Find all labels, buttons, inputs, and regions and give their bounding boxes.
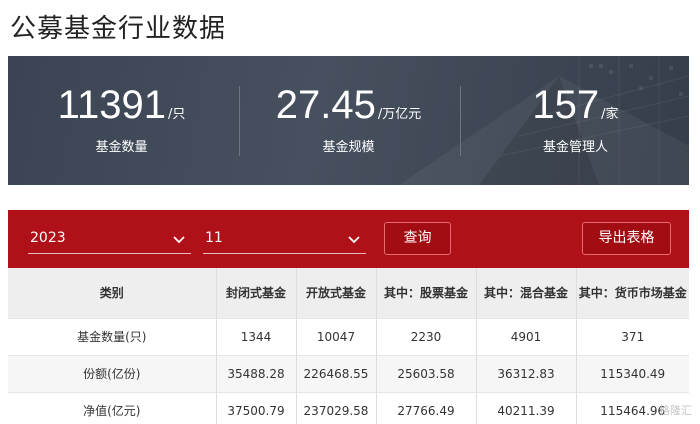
table-cell: 10047 bbox=[296, 317, 377, 355]
fund-data-table: 类别 封闭式基金 开放式基金 其中：股票基金 其中：混合基金 其中：货币市场基金… bbox=[8, 268, 689, 424]
column-header: 其中：货币市场基金 bbox=[576, 268, 689, 318]
table-row: 份额(亿份) 35488.28 226468.55 25603.58 36312… bbox=[8, 354, 689, 392]
stat-unit: /万亿元 bbox=[377, 107, 422, 122]
table-cell: 1344 bbox=[216, 317, 297, 355]
table-cell: 27766.49 bbox=[376, 391, 477, 424]
year-select[interactable]: 2023 bbox=[28, 226, 191, 254]
chevron-down-icon bbox=[173, 236, 185, 244]
column-header: 其中：混合基金 bbox=[476, 268, 577, 318]
stat-value: 11391 bbox=[57, 83, 166, 127]
table-cell: 40211.39 bbox=[476, 391, 577, 424]
query-button[interactable]: 查询 bbox=[384, 222, 451, 255]
table-header-row: 类别 封闭式基金 开放式基金 其中：股票基金 其中：混合基金 其中：货币市场基金 bbox=[8, 268, 689, 318]
filter-bar: 2023 11 查询 导出表格 bbox=[8, 210, 689, 268]
stats-banner: 11391/只 基金数量 27.45/万亿元 基金规模 157/家 基金管理人 bbox=[8, 56, 689, 185]
table-row: 基金数量(只) 1344 10047 2230 4901 371 bbox=[8, 317, 689, 355]
watermark: 格隆汇 bbox=[659, 404, 692, 417]
table-cell: 份额(亿份) bbox=[8, 354, 217, 392]
stat-label: 基金规模 bbox=[322, 140, 375, 155]
table-cell: 2230 bbox=[376, 317, 477, 355]
table-cell: 37500.79 bbox=[216, 391, 297, 424]
stat-fund-managers: 157/家 基金管理人 bbox=[462, 56, 689, 185]
table-cell: 226468.55 bbox=[296, 354, 377, 392]
table-cell: 371 bbox=[576, 317, 689, 355]
stat-value: 27.45 bbox=[275, 83, 376, 127]
column-header: 开放式基金 bbox=[296, 268, 377, 318]
stat-fund-scale: 27.45/万亿元 基金规模 bbox=[235, 56, 462, 185]
stat-unit: /家 bbox=[601, 107, 619, 122]
stat-value: 157 bbox=[532, 83, 600, 127]
table-cell: 4901 bbox=[476, 317, 577, 355]
table-cell: 36312.83 bbox=[476, 354, 577, 392]
table-cell: 237029.58 bbox=[296, 391, 377, 424]
stat-label: 基金管理人 bbox=[542, 140, 608, 155]
month-select[interactable]: 11 bbox=[203, 226, 366, 254]
stat-label: 基金数量 bbox=[95, 140, 148, 155]
table-cell: 35488.28 bbox=[216, 354, 297, 392]
stat-divider bbox=[460, 86, 461, 156]
table-cell: 净值(亿元) bbox=[8, 391, 217, 424]
export-table-button[interactable]: 导出表格 bbox=[582, 222, 671, 255]
table-cell: 25603.58 bbox=[376, 354, 477, 392]
table-cell: 115340.49 bbox=[576, 354, 689, 392]
table-row: 净值(亿元) 37500.79 237029.58 27766.49 40211… bbox=[8, 391, 689, 424]
column-header: 其中：股票基金 bbox=[376, 268, 477, 318]
chevron-down-icon bbox=[348, 236, 360, 244]
table-cell: 基金数量(只) bbox=[8, 317, 217, 355]
month-select-value: 11 bbox=[205, 230, 223, 246]
page-title: 公募基金行业数据 bbox=[10, 14, 227, 44]
year-select-value: 2023 bbox=[30, 230, 66, 246]
stat-unit: /只 bbox=[167, 107, 186, 122]
stat-fund-count: 11391/只 基金数量 bbox=[8, 56, 235, 185]
column-header: 封闭式基金 bbox=[216, 268, 297, 318]
column-header: 类别 bbox=[8, 268, 217, 318]
